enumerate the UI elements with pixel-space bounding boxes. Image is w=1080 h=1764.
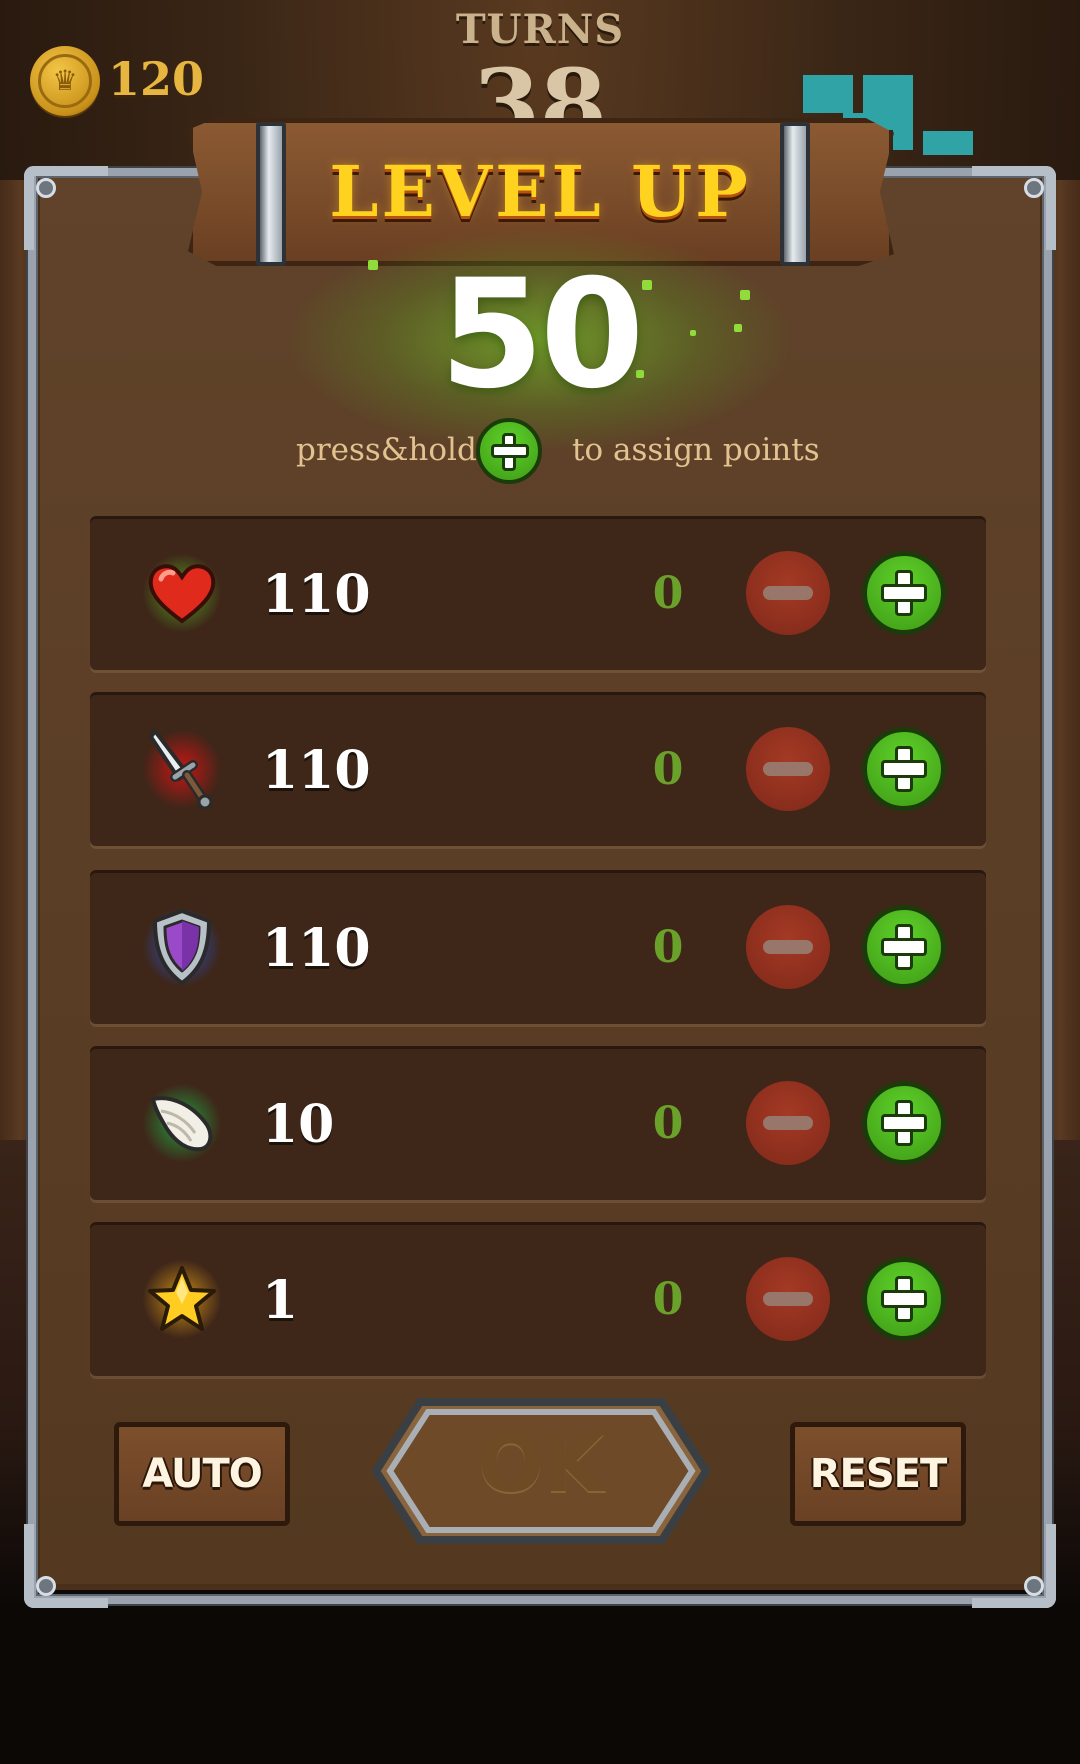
frame-corner <box>972 1524 1056 1608</box>
stat-allocated: 0 <box>652 1274 684 1325</box>
wing-icon <box>142 1083 222 1163</box>
stat-value: 10 <box>262 1094 335 1155</box>
heart-icon <box>142 553 222 633</box>
minus-icon <box>763 940 813 954</box>
minus-icon <box>763 1292 813 1306</box>
stat-row-speed: 10 0 <box>90 1046 986 1200</box>
increase-attack-button[interactable] <box>862 727 946 811</box>
hint-text-right: to assign points <box>572 432 820 468</box>
ok-button[interactable] <box>370 1396 712 1546</box>
shield-icon <box>142 907 222 987</box>
decrease-attack-button[interactable] <box>746 727 830 811</box>
plus-icon <box>881 746 927 792</box>
decrease-speed-button[interactable] <box>746 1081 830 1165</box>
stat-value: 1 <box>262 1270 299 1331</box>
frame-corner <box>24 1524 108 1608</box>
star-icon <box>142 1259 222 1339</box>
stat-row-attack: 110 0 <box>90 692 986 846</box>
stat-allocated: 0 <box>652 568 684 619</box>
increase-health-button[interactable] <box>862 551 946 635</box>
stat-value: 110 <box>262 918 371 979</box>
plus-icon <box>881 924 927 970</box>
minus-icon <box>763 1116 813 1130</box>
minus-icon <box>763 586 813 600</box>
decrease-health-button[interactable] <box>746 551 830 635</box>
hint-text-left: press&hold <box>296 432 477 468</box>
points-available: 50 <box>439 248 645 422</box>
increase-luck-button[interactable] <box>862 1257 946 1341</box>
plus-icon <box>881 570 927 616</box>
decrease-luck-button[interactable] <box>746 1257 830 1341</box>
minus-icon <box>763 762 813 776</box>
plus-icon <box>881 1276 927 1322</box>
stat-allocated: 0 <box>652 922 684 973</box>
increase-speed-button[interactable] <box>862 1081 946 1165</box>
stat-row-health: 110 0 <box>90 516 986 670</box>
hint-plus-icon <box>476 418 542 484</box>
dialog-title: LEVEL UP <box>329 150 751 233</box>
sword-icon <box>142 729 222 810</box>
stat-value: 110 <box>262 564 371 625</box>
stat-row-luck: 1 0 <box>90 1222 986 1376</box>
turns-label: TURNS <box>455 6 625 53</box>
stat-row-defense: 110 0 <box>90 870 986 1024</box>
increase-defense-button[interactable] <box>862 905 946 989</box>
stat-allocated: 0 <box>652 1098 684 1149</box>
stat-allocated: 0 <box>652 744 684 795</box>
reset-button[interactable]: RESET <box>790 1422 966 1526</box>
plus-icon <box>881 1100 927 1146</box>
decrease-defense-button[interactable] <box>746 905 830 989</box>
auto-button[interactable]: AUTO <box>114 1422 290 1526</box>
stat-value: 110 <box>262 740 371 801</box>
